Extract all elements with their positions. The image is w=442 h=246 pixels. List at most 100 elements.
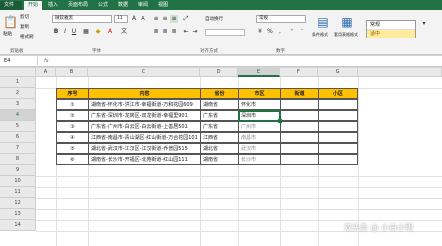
column-header-a[interactable]: A — [36, 68, 56, 77]
font-name-select[interactable]: 微软雅黑 — [52, 15, 112, 23]
align-center-icon[interactable]: ≣ — [161, 28, 169, 36]
table-cell[interactable]: ③ — [56, 121, 89, 132]
align-middle-icon[interactable]: ≡ — [161, 15, 169, 23]
table-cell[interactable]: 广东省-广州市-白云区-白云街道-上善居501 — [88, 121, 201, 132]
table-cell[interactable]: 湖南省 — [200, 154, 239, 165]
table-cell[interactable]: 湖南省-长沙市-开福区-北苑街道-红山园111 — [88, 154, 201, 165]
select-all-corner[interactable] — [0, 68, 36, 77]
table-cell[interactable]: 广东省-深圳市-龙岗区-双龙街道-幸福里901 — [88, 110, 201, 121]
table-cell[interactable]: 南昌市 — [238, 132, 281, 143]
table-cell[interactable] — [280, 121, 319, 132]
row-header-12[interactable]: 12 — [0, 198, 36, 209]
active-cell-selection[interactable] — [238, 110, 281, 122]
tab-file[interactable]: 文件 — [0, 1, 22, 10]
table-header-content[interactable]: 内容 — [88, 88, 201, 99]
table-cell[interactable]: 武汉市 — [238, 143, 281, 154]
table-cell[interactable]: 湖南省-怀化市-洪江市-幸福街道-万和花园609 — [88, 99, 201, 110]
align-bottom-icon[interactable]: ≡ — [170, 15, 178, 23]
percent-icon[interactable]: % — [266, 28, 274, 36]
paste-icon[interactable]: 📋 — [3, 14, 18, 30]
column-header-f[interactable]: F — [280, 68, 318, 77]
increase-font-icon[interactable]: A — [130, 15, 138, 23]
tab-page-layout[interactable]: 页面布局 — [64, 1, 92, 10]
table-cell[interactable]: 广东省 — [200, 110, 239, 121]
fill-handle[interactable] — [278, 119, 282, 123]
column-header-e[interactable]: E — [238, 68, 280, 77]
row-header-3[interactable]: 3 — [0, 99, 36, 110]
indent-increase-icon[interactable]: ⇥ — [191, 28, 199, 36]
table-cell[interactable]: ① — [56, 99, 89, 110]
style-normal[interactable]: 常规 — [367, 21, 415, 30]
table-cell[interactable]: 广州市 — [238, 121, 281, 132]
italic-icon[interactable]: I — [61, 28, 69, 36]
table-header-province[interactable]: 省份 — [200, 88, 239, 99]
table-cell[interactable] — [280, 143, 319, 154]
font-color-icon[interactable]: A — [106, 28, 114, 36]
orientation-icon[interactable]: ⤢ — [182, 15, 190, 23]
copy-button[interactable]: 复制 — [20, 24, 29, 30]
align-top-icon[interactable]: ≡ — [152, 15, 160, 23]
fx-icon[interactable]: fx — [44, 57, 49, 65]
row-header-5[interactable]: 5 — [0, 121, 36, 132]
table-cell[interactable]: 江西省-南昌市-青山湖区-红山街道-万合花园101 — [88, 132, 201, 143]
table-cell[interactable]: 湖北省 — [200, 143, 239, 154]
tab-data[interactable]: 数据 — [114, 1, 132, 10]
tab-home[interactable]: 开始 — [24, 1, 43, 10]
paste-label[interactable]: 粘贴 — [3, 31, 12, 37]
comma-icon[interactable]: , — [276, 28, 284, 36]
style-neutral[interactable]: 适中 — [367, 30, 415, 38]
table-cell[interactable]: ② — [56, 110, 89, 121]
table-cell[interactable] — [280, 154, 319, 165]
table-cell[interactable]: 广东省 — [200, 121, 239, 132]
table-cell[interactable] — [318, 121, 358, 132]
bold-icon[interactable]: B — [52, 28, 60, 36]
table-cell[interactable]: 江西省 — [200, 132, 239, 143]
table-cell[interactable] — [280, 99, 319, 110]
table-cell[interactable] — [318, 132, 358, 143]
table-cell[interactable]: 怀化市 — [238, 99, 281, 110]
table-cell[interactable] — [318, 110, 358, 121]
wrap-text-button[interactable]: 自动换行 — [205, 16, 223, 22]
table-cell[interactable]: ④ — [56, 132, 89, 143]
indent-decrease-icon[interactable]: ⇤ — [182, 28, 190, 36]
table-cell[interactable]: 长沙市 — [238, 154, 281, 165]
table-cell[interactable] — [318, 99, 358, 110]
name-box[interactable]: E4 — [2, 57, 38, 65]
row-header-14[interactable]: 14 — [0, 220, 36, 231]
cut-button[interactable]: 剪切 — [20, 14, 29, 20]
row-header-4[interactable]: 4 — [0, 110, 36, 121]
decrease-font-icon[interactable]: A — [139, 15, 147, 23]
table-header-index[interactable]: 序号 — [56, 88, 89, 99]
row-header-6[interactable]: 6 — [0, 132, 36, 143]
format-as-table-icon[interactable]: ▦ — [340, 14, 354, 30]
tab-review[interactable]: 审阅 — [134, 1, 152, 10]
increase-decimal-icon[interactable]: ⁺ — [288, 28, 296, 36]
worksheet-grid[interactable]: A B C D E F G 1 2 3 4 5 6 7 8 9 10 11 12… — [0, 68, 442, 246]
merge-center-button[interactable] — [205, 29, 245, 36]
row-header-11[interactable]: 11 — [0, 187, 36, 198]
row-header-13[interactable]: 13 — [0, 209, 36, 220]
tab-insert[interactable]: 插入 — [44, 1, 62, 10]
row-header-7[interactable]: 7 — [0, 143, 36, 154]
column-header-g[interactable]: G — [318, 68, 358, 77]
row-header-2[interactable]: 2 — [0, 88, 36, 99]
format-as-table-label[interactable]: 套用表格格式 — [334, 32, 362, 38]
table-cell[interactable] — [318, 143, 358, 154]
tab-formulas[interactable]: 公式 — [94, 1, 112, 10]
row-header-9[interactable]: 9 — [0, 165, 36, 176]
row-header-10[interactable]: 10 — [0, 176, 36, 187]
row-header-8[interactable]: 8 — [0, 154, 36, 165]
table-cell[interactable]: ⑥ — [56, 154, 89, 165]
decrease-decimal-icon[interactable]: ⁻ — [298, 28, 306, 36]
underline-icon[interactable]: U — [70, 28, 78, 36]
column-header-d[interactable]: D — [200, 68, 238, 77]
borders-icon[interactable]: ▦ — [82, 28, 90, 36]
styles-scroll-icon[interactable]: ▾ — [420, 20, 428, 28]
table-cell[interactable]: 湖南省 — [200, 99, 239, 110]
table-cell[interactable] — [280, 110, 319, 121]
column-header-c[interactable]: C — [88, 68, 200, 77]
phonetic-icon[interactable]: 文 — [120, 28, 128, 36]
table-cell[interactable]: ⑤ — [56, 143, 89, 154]
conditional-format-icon[interactable]: ▤ — [316, 14, 330, 30]
table-header-community[interactable]: 小区 — [318, 88, 358, 99]
